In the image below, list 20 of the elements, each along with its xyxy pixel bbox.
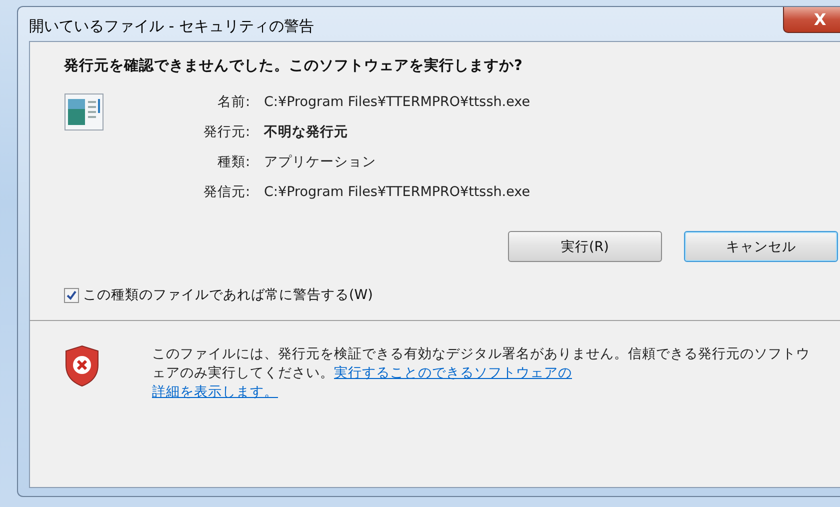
details-link[interactable]: 詳細を表示します。 (152, 384, 278, 400)
checkbox[interactable] (64, 288, 79, 302)
cancel-button[interactable]: キャンセル (684, 231, 838, 262)
checkbox-label: この種類のファイルであれば常に警告する(W) (83, 286, 373, 304)
question-heading: 発行元を確認できませんでした。このソフトウェアを実行しますか? (64, 56, 524, 75)
field-value: アプリケーション (264, 153, 377, 171)
application-icon (64, 93, 104, 131)
warning-message: このファイルには、発行元を検証できる有効なデジタル署名がありません。信頼できる発行元のソフトウェアのみ実行してください。実行することのできるソフトウェアの 詳細を表示します。 (152, 345, 811, 402)
details-link[interactable]: 実行することのできるソフトウェアの (334, 365, 572, 381)
window-title: 開いているファイル - セキュリティの警告 (29, 16, 314, 36)
field-value: C:¥Program Files¥TTERMPRO¥ttssh.exe (264, 94, 530, 110)
field-value: C:¥Program Files¥TTERMPRO¥ttssh.exe (264, 184, 530, 200)
shield-error-icon (64, 345, 100, 387)
field-label: 種類: (216, 153, 250, 171)
field-value: 不明な発行元 (264, 123, 349, 141)
field-label: 名前: (216, 93, 250, 111)
field-label: 発信元: (202, 183, 250, 201)
run-button[interactable]: 実行(R) (508, 231, 662, 262)
field-label: 発行元: (202, 123, 250, 141)
close-button[interactable]: X (783, 7, 840, 33)
